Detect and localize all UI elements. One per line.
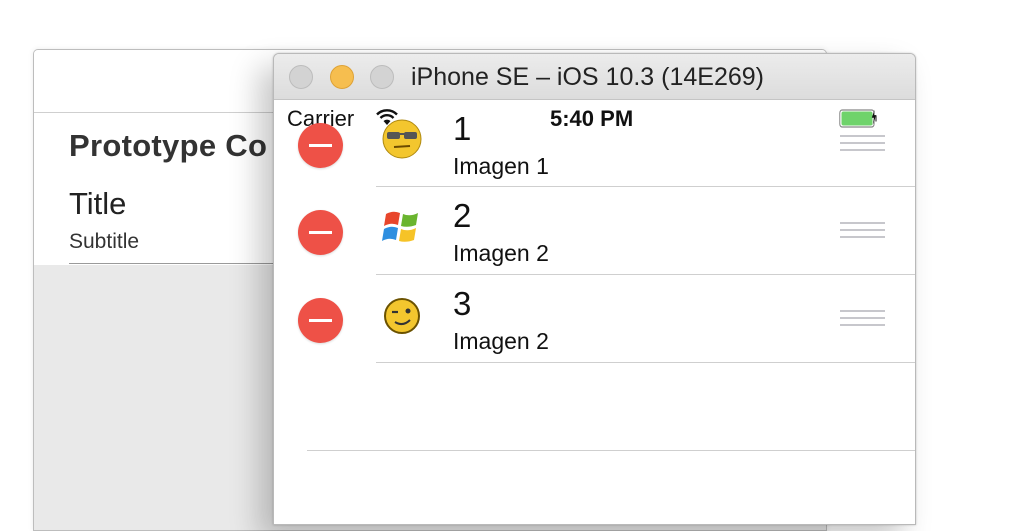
- reorder-handle-icon[interactable]: [840, 135, 885, 156]
- table-row[interactable]: 3 Imagen 2: [274, 275, 915, 363]
- zoom-window-button[interactable]: [370, 65, 394, 89]
- simulator-window: iPhone SE – iOS 10.3 (14E269) Carrier 5:…: [273, 53, 916, 525]
- reorder-handle-icon[interactable]: [840, 310, 885, 331]
- empty-row-separator: [307, 450, 915, 451]
- table-row[interactable]: 2 Imagen 2: [274, 187, 915, 275]
- windows-logo-icon: [382, 211, 418, 242]
- ios-screen: Carrier 5:40 PM 1 Imagen 1 2 Imagen 2 3 …: [274, 100, 915, 524]
- winking-smiley-icon: [384, 298, 420, 334]
- prototype-cell-title[interactable]: Title: [69, 186, 126, 222]
- row-subtitle: Imagen 2: [453, 328, 549, 354]
- prototype-cells-heading: Prototype Co: [69, 128, 268, 163]
- minimize-window-button[interactable]: [330, 65, 354, 89]
- row-title: 2: [453, 197, 472, 234]
- prototype-cell-subtitle[interactable]: Subtitle: [69, 230, 139, 254]
- row-subtitle: Imagen 2: [453, 240, 549, 266]
- row-title: 1: [453, 110, 472, 147]
- cool-smiley-icon: [382, 119, 422, 159]
- delete-button[interactable]: [298, 298, 343, 343]
- delete-button[interactable]: [298, 123, 343, 168]
- table-row[interactable]: 1 Imagen 1: [274, 100, 915, 188]
- delete-button[interactable]: [298, 210, 343, 255]
- simulator-titlebar: iPhone SE – iOS 10.3 (14E269): [274, 54, 915, 100]
- close-window-button[interactable]: [289, 65, 313, 89]
- reorder-handle-icon[interactable]: [840, 222, 885, 243]
- row-title: 3: [453, 285, 472, 322]
- row-separator: [376, 362, 915, 363]
- row-subtitle: Imagen 1: [453, 153, 549, 179]
- simulator-title: iPhone SE – iOS 10.3 (14E269): [411, 63, 765, 91]
